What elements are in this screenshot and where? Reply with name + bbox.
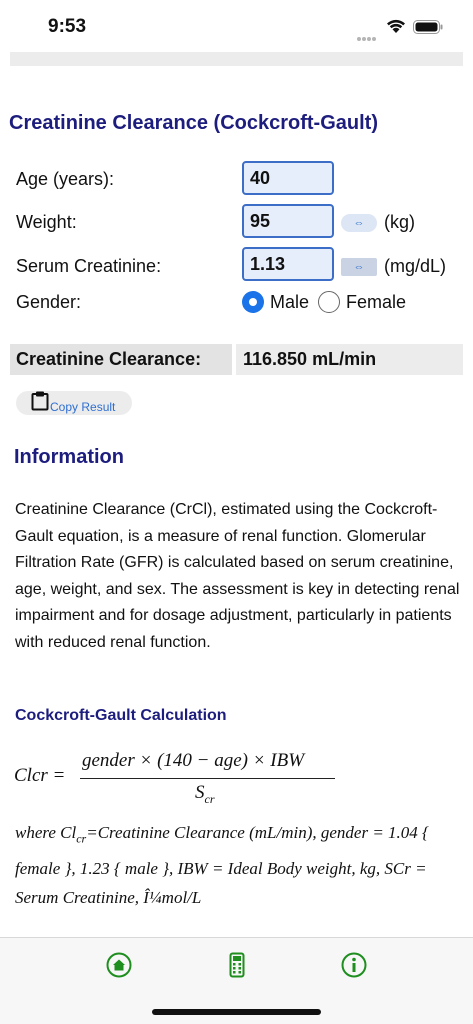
creatinine-input[interactable]: 1.13: [242, 247, 334, 281]
battery-icon: [413, 20, 443, 34]
calculator-icon[interactable]: [224, 952, 250, 978]
copy-result-button[interactable]: Copy Result: [16, 391, 132, 415]
header-strip: [10, 52, 463, 66]
age-label: Age (years):: [16, 169, 115, 189]
formula-denominator: Scr: [195, 782, 215, 806]
creatinine-label: Serum Creatinine:: [16, 256, 162, 276]
result-row: Creatinine Clearance: 116.850 mL/min: [10, 344, 463, 375]
formula-numerator: gender × (140 − age) × IBW: [82, 750, 305, 771]
formula-lhs: Clcr =: [14, 765, 66, 786]
calculation-heading: Cockcroft-Gault Calculation: [15, 707, 227, 724]
information-paragraph: Creatinine Clearance (CrCl), estimated u…: [15, 501, 460, 651]
weight-unit-label: (kg): [384, 212, 415, 232]
information-heading: Information: [14, 446, 124, 468]
status-time: 9:53: [48, 16, 87, 37]
status-bar: 9:53: [0, 0, 473, 52]
gender-male-radio[interactable]: [242, 291, 264, 313]
weight-label: Weight:: [16, 212, 77, 232]
clipboard-icon: [31, 391, 49, 411]
weight-unit-toggle[interactable]: ⇔: [341, 214, 377, 232]
creatinine-unit-toggle[interactable]: ⇔: [341, 258, 377, 276]
copy-result-label: Copy Result: [50, 400, 116, 414]
creatinine-unit-label: (mg/dL): [384, 256, 447, 276]
gender-label: Gender:: [16, 292, 82, 312]
gender-female-label[interactable]: Female: [346, 292, 406, 313]
result-value: 116.850 mL/min: [236, 344, 463, 375]
gender-female-radio[interactable]: [318, 291, 340, 313]
wifi-icon: [387, 19, 405, 33]
age-input[interactable]: 40: [242, 161, 334, 195]
formula-definitions: where Clcr=Creatinine Clearance (mL/min)…: [15, 823, 429, 908]
home-icon[interactable]: [106, 952, 132, 978]
weight-input[interactable]: 95: [242, 204, 334, 238]
cellular-signal-icon: [357, 28, 379, 41]
home-indicator[interactable]: [152, 1009, 321, 1015]
gender-male-label[interactable]: Male: [270, 292, 309, 313]
info-icon[interactable]: [341, 952, 367, 978]
formula-fraction-bar: [80, 778, 335, 779]
result-label: Creatinine Clearance:: [10, 344, 232, 375]
page-title: Creatinine Clearance (Cockcroft-Gault): [9, 112, 378, 134]
